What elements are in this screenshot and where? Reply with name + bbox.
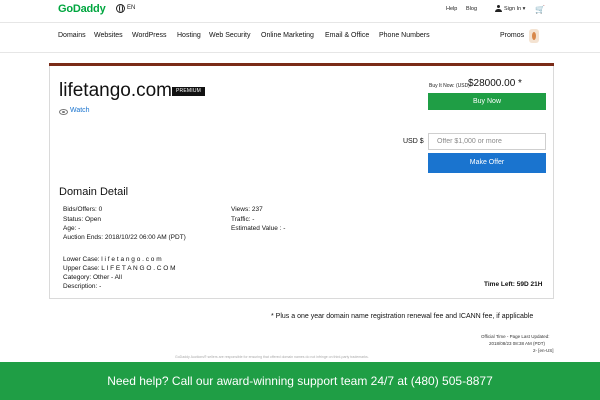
nav-item-email-office[interactable]: Email & Office xyxy=(325,32,369,39)
make-offer-button[interactable]: Make Offer xyxy=(428,153,546,173)
currency-label: USD $ xyxy=(403,138,424,145)
support-phone-text[interactable]: Need help? Call our award-winning suppor… xyxy=(0,374,600,388)
nav-item-phone-numbers[interactable]: Phone Numbers xyxy=(379,32,430,39)
nav-item-web-security[interactable]: Web Security xyxy=(209,32,251,39)
divider xyxy=(0,52,600,53)
estimated-value: Estimated Value : - xyxy=(231,225,286,232)
nav-item-wordpress[interactable]: WordPress xyxy=(132,32,167,39)
nav-item-hosting[interactable]: Hosting xyxy=(177,32,201,39)
top-utility-bar: GoDaddy EN Help Blog Sign In ▾ 🛒 xyxy=(0,0,600,22)
buy-now-price: $28000.00 * xyxy=(468,78,522,89)
divider xyxy=(0,22,600,23)
legal-disclaimer: GoDaddy Auctions® sellers are responsibl… xyxy=(175,355,369,359)
domain-name-title: lifetango.com xyxy=(59,80,173,101)
locale-version: 2- [en-US] xyxy=(533,348,554,353)
lower-case: Lower Case: l i f e t a n g o . c o m xyxy=(63,256,162,263)
watch-link[interactable]: Watch xyxy=(70,107,90,114)
buy-now-button[interactable]: Buy Now xyxy=(428,93,546,110)
renewal-fee-footnote: * Plus a one year domain name registrati… xyxy=(271,313,534,320)
upper-case: Upper Case: L I F E T A N G O . C O M xyxy=(63,265,176,272)
age: Age: - xyxy=(63,225,81,232)
promo-tag-icon[interactable] xyxy=(529,29,539,43)
globe-icon[interactable] xyxy=(116,4,125,13)
domain-detail-heading: Domain Detail xyxy=(59,186,129,198)
traffic: Traffic: - xyxy=(231,216,255,223)
domain-listing-card: lifetango.com PREMIUM Watch Buy It Now: … xyxy=(49,63,554,299)
auction-ends: Auction Ends: 2018/10/22 06:00 AM (PDT) xyxy=(63,234,186,241)
sign-in-link[interactable]: Sign In ▾ xyxy=(504,6,525,12)
promos-link[interactable]: Promos xyxy=(500,32,524,39)
status: Status: Open xyxy=(63,216,101,223)
nav-item-websites[interactable]: Websites xyxy=(94,32,123,39)
language-selector[interactable]: EN xyxy=(127,5,135,11)
cart-icon[interactable]: 🛒 xyxy=(535,5,545,14)
user-icon[interactable] xyxy=(495,5,502,12)
time-left: Time Left: 59D 21H xyxy=(484,281,543,288)
views: Views: 237 xyxy=(231,206,263,213)
nav-item-online-marketing[interactable]: Online Marketing xyxy=(261,32,314,39)
official-time-label: Official Time - Page Last Updated: xyxy=(481,334,550,339)
bids-offers: Bids/Offers: 0 xyxy=(63,206,103,213)
buy-it-now-label: Buy It Now: (USD) xyxy=(429,83,470,89)
description: Description: - xyxy=(63,283,102,290)
last-updated-timestamp: 2018/08/23 08:38 AM (PDT) xyxy=(489,341,546,346)
nav-item-domains[interactable]: Domains xyxy=(58,32,86,39)
help-link[interactable]: Help xyxy=(446,6,457,12)
eye-icon[interactable] xyxy=(59,109,68,115)
premium-badge: PREMIUM xyxy=(172,87,206,96)
support-banner: Need help? Call our award-winning suppor… xyxy=(0,362,600,400)
card-accent-bar xyxy=(49,63,554,66)
godaddy-logo[interactable]: GoDaddy xyxy=(58,3,106,15)
category: Category: Other - All xyxy=(63,274,122,281)
offer-amount-input[interactable] xyxy=(428,133,546,150)
blog-link[interactable]: Blog xyxy=(466,6,477,12)
